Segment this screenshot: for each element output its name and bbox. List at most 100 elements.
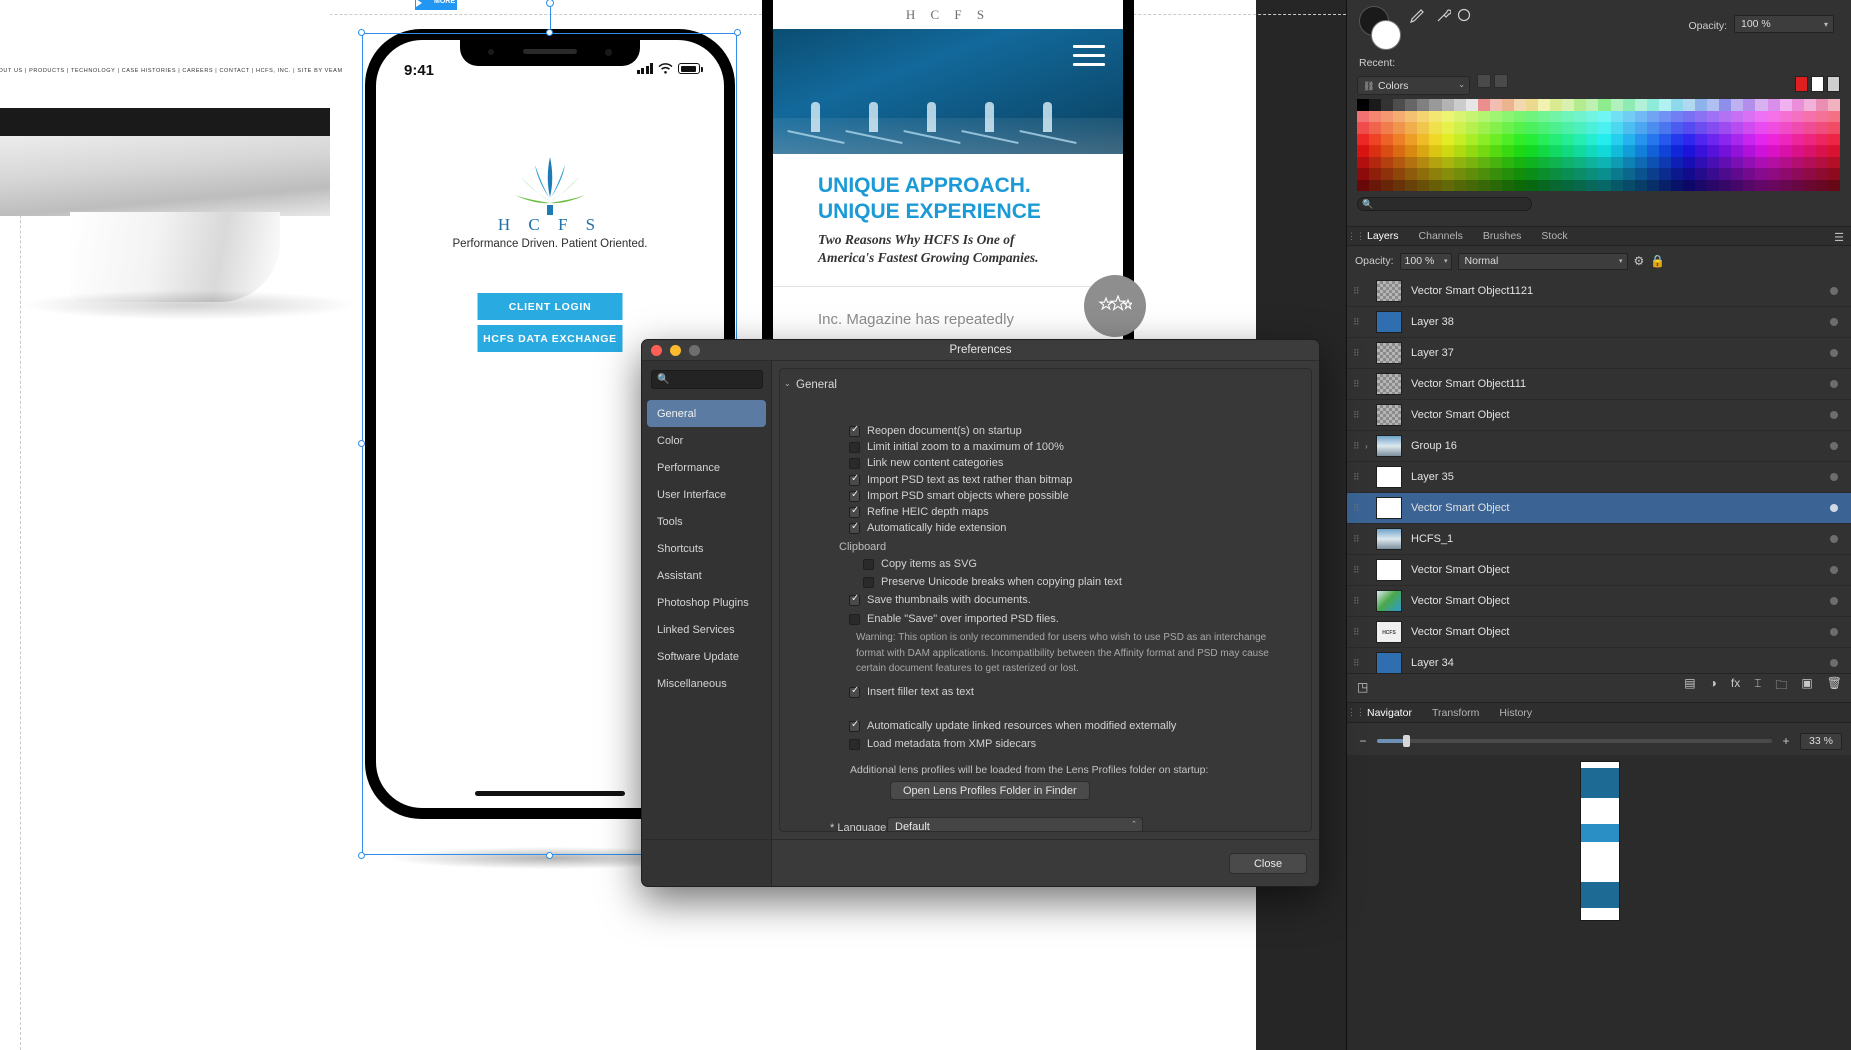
palette-swatch[interactable] [1670,168,1684,180]
palette-swatch[interactable] [1453,133,1466,145]
palette-swatch[interactable] [1683,99,1696,111]
palette-swatch[interactable] [1791,145,1804,157]
palette-swatch[interactable] [1453,168,1466,180]
palette-swatch[interactable] [1477,99,1490,111]
palette-swatch[interactable] [1429,179,1442,191]
palette-swatch[interactable] [1562,99,1575,111]
zoom-in-icon[interactable]: + [1780,734,1792,748]
checkbox-icon[interactable] [849,719,860,733]
palette-swatch[interactable] [1357,156,1370,168]
resize-handle-top-left[interactable] [358,29,365,36]
palette-swatch[interactable] [1526,145,1539,157]
palette-swatch[interactable] [1803,99,1816,111]
palette-swatch[interactable] [1526,99,1539,111]
palette-swatch[interactable] [1465,156,1478,168]
palette-swatch[interactable] [1513,145,1527,157]
palette-swatch[interactable] [1526,156,1539,168]
palette-swatch[interactable] [1695,99,1708,111]
delete-layer-icon[interactable]: 🗑 [1827,676,1842,697]
palette-swatch[interactable] [1779,122,1792,134]
checkbox-option[interactable]: Save thumbnails with documents. [849,593,1031,607]
palette-swatch[interactable] [1381,168,1394,180]
palette-swatch[interactable] [1610,156,1623,168]
palette-swatch[interactable] [1598,156,1611,168]
layer-visibility-toggle[interactable]: ⠿ [1353,379,1365,390]
palette-swatch[interactable] [1707,156,1720,168]
table-row[interactable]: ⠿ Vector Smart Object [1347,586,1851,617]
checkbox-icon[interactable] [849,613,860,625]
checkbox-icon[interactable] [849,505,860,518]
palette-swatch[interactable] [1598,110,1611,122]
palette-swatch[interactable] [1610,110,1623,122]
palette-swatch[interactable] [1550,99,1563,111]
palette-swatch[interactable] [1791,179,1804,191]
palette-swatch[interactable] [1369,110,1382,122]
palette-swatch[interactable] [1477,156,1490,168]
close-button[interactable]: Close [1229,853,1307,874]
palette-swatch[interactable] [1369,179,1382,191]
palette-swatch[interactable] [1453,179,1466,191]
palette-swatch[interactable] [1489,179,1502,191]
gear-icon[interactable]: ⚙ [1634,254,1645,268]
palette-swatch[interactable] [1393,110,1406,122]
palette-swatch[interactable] [1393,99,1406,111]
palette-swatch[interactable] [1526,110,1539,122]
layer-visibility-toggle[interactable]: ⠿ [1353,472,1365,483]
palette-swatch[interactable] [1477,179,1490,191]
palette-swatch[interactable] [1803,179,1816,191]
palette-swatch[interactable] [1695,145,1708,157]
checkbox-option[interactable]: Import PSD smart objects where possible [849,489,1069,502]
palette-swatch[interactable] [1767,99,1780,111]
layer-select-dot[interactable] [1830,597,1838,605]
layer-visibility-toggle[interactable]: ⠿ [1353,503,1365,514]
palette-swatch[interactable] [1562,179,1575,191]
palette-swatch[interactable] [1610,168,1623,180]
tab-navigator[interactable]: Navigator [1357,703,1422,723]
color-wheel-icon[interactable] [1457,8,1471,22]
palette-swatch[interactable] [1550,145,1563,157]
palette-swatch[interactable] [1369,122,1382,134]
palette-swatch[interactable] [1779,145,1792,157]
palette-swatch[interactable] [1646,133,1659,145]
live-filter-icon[interactable]: fx [1731,676,1740,697]
palette-swatch[interactable] [1719,122,1732,134]
navigator-panel-tabs[interactable]: ⋮⋮ Navigator Transform History [1347,702,1851,723]
palette-swatch[interactable] [1513,110,1527,122]
palette-swatch[interactable] [1562,110,1575,122]
palette-swatch[interactable] [1683,156,1696,168]
palette-swatch[interactable] [1827,99,1840,111]
palette-swatch[interactable] [1719,168,1732,180]
chevron-right-icon[interactable]: › [1365,442,1376,451]
table-row[interactable]: ⠿ Vector Smart Object [1347,555,1851,586]
palette-swatch[interactable] [1513,122,1527,134]
palette-swatch[interactable] [1598,168,1611,180]
palette-swatch[interactable] [1405,179,1418,191]
palette-swatch[interactable] [1369,133,1382,145]
palette-swatch[interactable] [1779,156,1792,168]
palette-swatch[interactable] [1550,122,1563,134]
palette-swatch[interactable] [1779,99,1792,111]
palette-swatch[interactable] [1574,179,1587,191]
layer-select-dot[interactable] [1830,287,1838,295]
palette-swatch[interactable] [1381,145,1394,157]
resize-handle-bottom-center[interactable] [545,852,553,859]
palette-swatch[interactable] [1622,145,1635,157]
palette-swatch[interactable] [1695,179,1708,191]
checkbox-option[interactable]: Copy items as SVG [863,558,977,571]
prefs-nav-color[interactable]: Color [647,427,766,454]
palette-swatch[interactable] [1707,110,1720,122]
palette-swatch[interactable] [1827,122,1840,134]
palette-swatch[interactable] [1405,133,1418,145]
navigator-zoom-bar[interactable]: − + 33 % [1347,729,1851,753]
prefs-nav-linked-services[interactable]: Linked Services [647,616,766,643]
palette-swatch[interactable] [1815,179,1828,191]
checkbox-icon[interactable] [849,442,860,454]
table-row[interactable]: ⠿ Vector Smart Object111 [1347,369,1851,400]
palette-swatch[interactable] [1658,133,1671,145]
checkbox-icon[interactable] [849,458,860,470]
palette-swatch[interactable] [1622,179,1635,191]
palette-swatch[interactable] [1489,110,1502,122]
palette-swatch[interactable] [1441,99,1454,111]
swatch-gray[interactable] [1827,76,1840,92]
palette-swatch[interactable] [1658,179,1671,191]
